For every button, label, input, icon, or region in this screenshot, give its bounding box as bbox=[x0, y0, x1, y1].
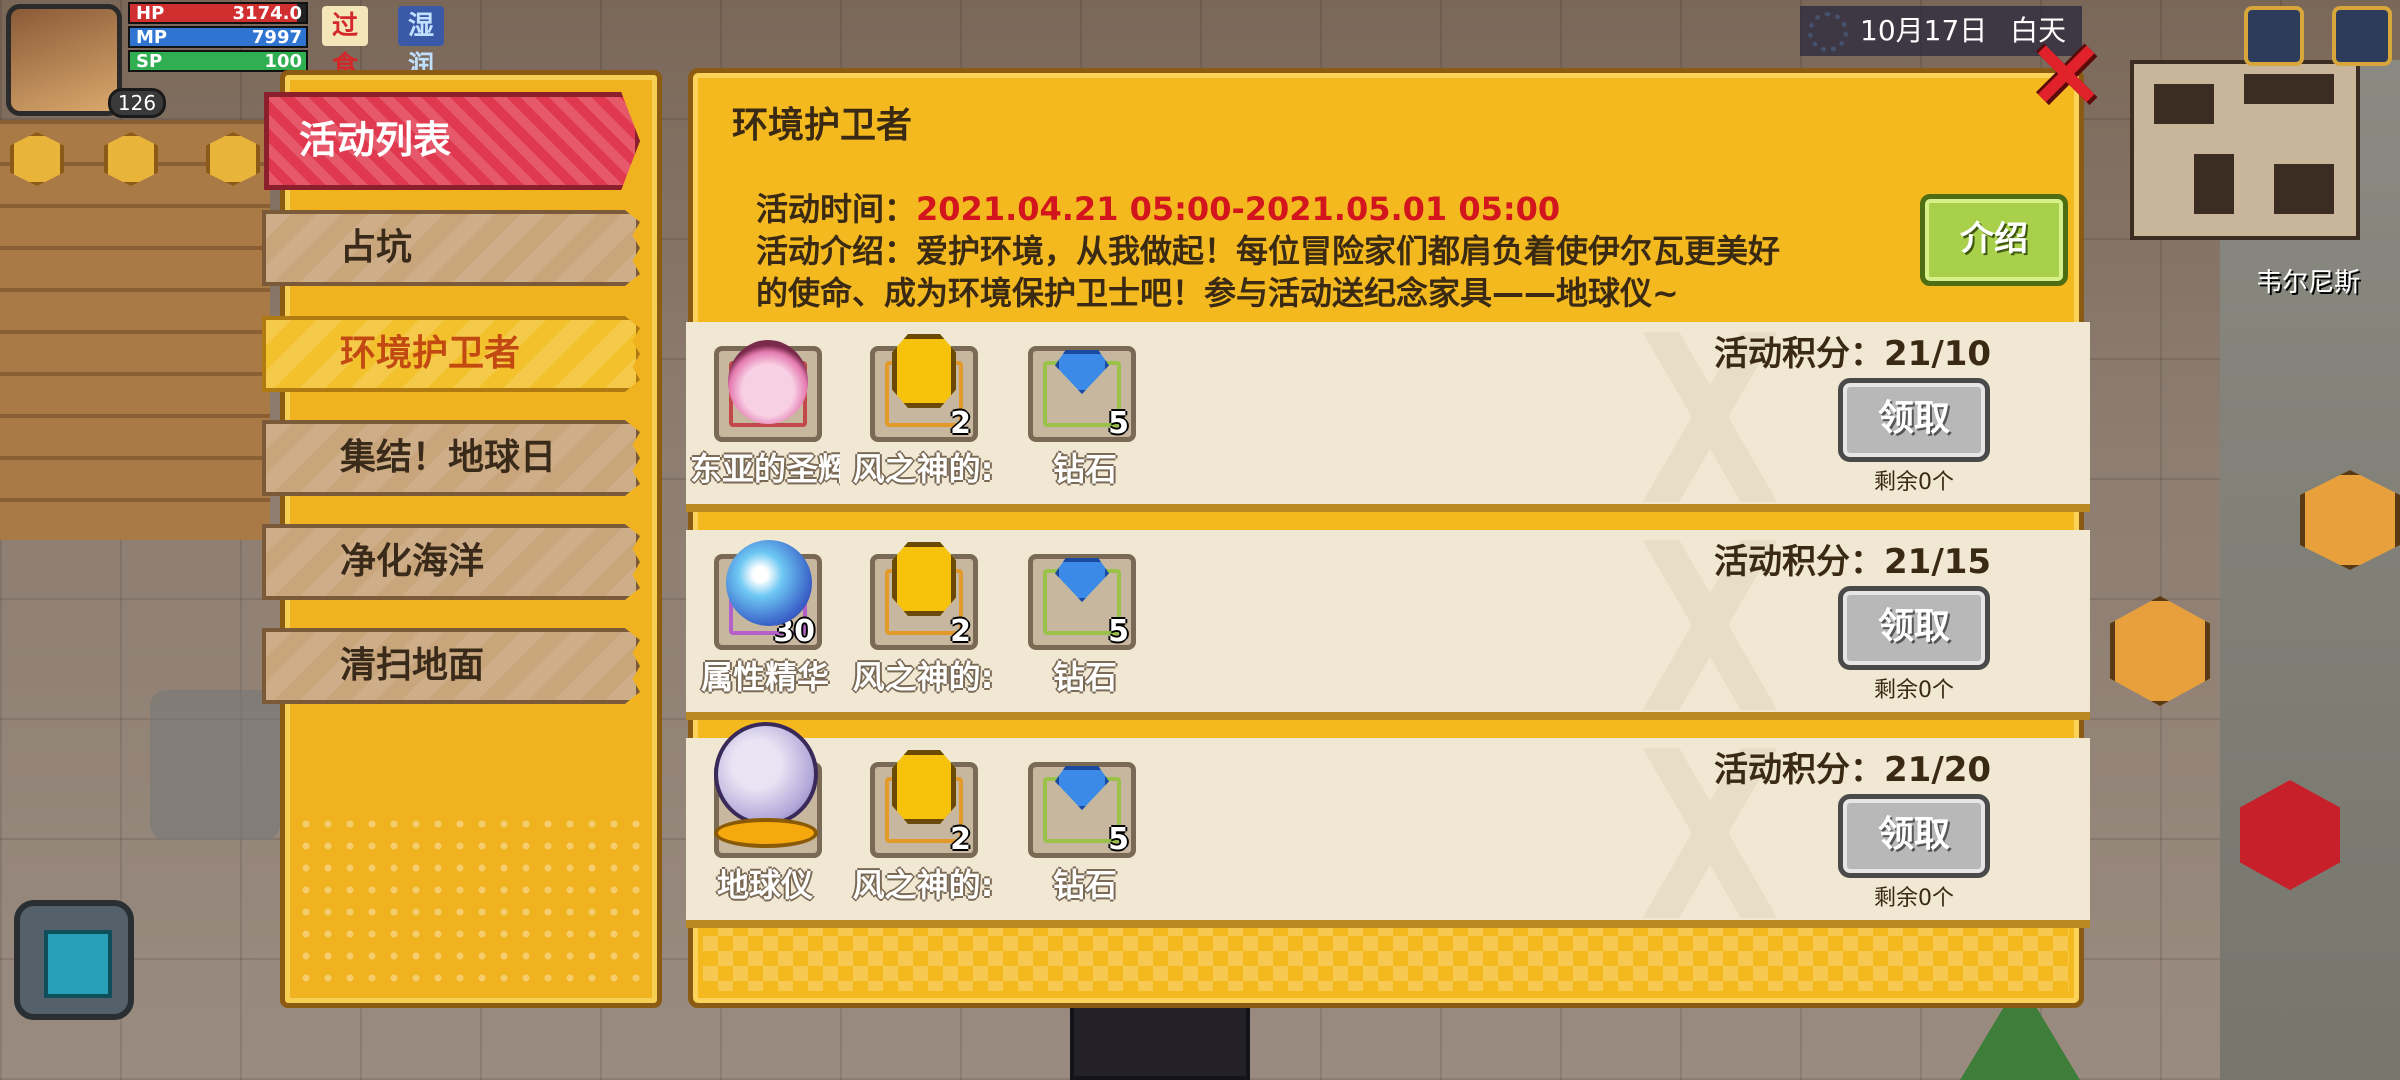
hp-bar: HP 3174.0 bbox=[128, 2, 308, 24]
event-time-line: 活动时间：2021.04.21 05:00-2021.05.01 05:00 bbox=[756, 184, 1560, 230]
hp-label: HP bbox=[136, 3, 165, 24]
player-avatar[interactable] bbox=[6, 4, 122, 116]
minimap[interactable] bbox=[2130, 60, 2360, 240]
reward-item-name: 风之神的: bbox=[852, 658, 994, 696]
event-intro-line-2: 的使命、成为环境保护卫士吧！参与活动送纪念家具——地球仪~ bbox=[756, 274, 1679, 312]
sp-value: 100 bbox=[264, 51, 302, 72]
mp-bar: MP 7997 bbox=[128, 26, 308, 48]
sidebar-tab-sweep-ground[interactable]: 清扫地面 bbox=[262, 628, 640, 704]
status-overeat[interactable]: 过食 bbox=[322, 6, 369, 81]
exit-icon[interactable] bbox=[2332, 6, 2392, 66]
mp-label: MP bbox=[136, 27, 168, 48]
sidebar-pattern bbox=[295, 813, 647, 993]
remaining-count: 剩余0个 bbox=[1874, 678, 1954, 703]
reward-item-count: 2 bbox=[950, 822, 971, 857]
gold-medal-icon bbox=[892, 750, 956, 824]
panel-pattern bbox=[703, 921, 2069, 991]
remaining-count: 剩余0个 bbox=[1874, 470, 1954, 495]
reward-item-name: 风之神的: bbox=[852, 866, 994, 904]
npc-name-label: 韦尔尼斯 bbox=[2256, 268, 2361, 298]
sp-label: SP bbox=[136, 51, 163, 72]
globe-network-icon[interactable] bbox=[2244, 6, 2304, 66]
inventory-button[interactable] bbox=[14, 900, 134, 1020]
reward-item-count: 5 bbox=[1108, 614, 1129, 649]
event-time-value: 2021.04.21 05:00-2021.05.01 05:00 bbox=[916, 190, 1561, 228]
event-title: 环境护卫者 bbox=[732, 105, 913, 146]
claim-button[interactable]: 领取 bbox=[1838, 794, 1990, 878]
event-score: 活动积分：21/10 bbox=[1714, 334, 1992, 374]
dpad-left-button[interactable] bbox=[150, 690, 280, 840]
reward-item-name: 钻石 bbox=[1052, 450, 1117, 488]
remaining-count: 剩余0个 bbox=[1874, 886, 1954, 911]
player-level-badge: 126 bbox=[108, 88, 166, 118]
sidebar-tab-zhankeng[interactable]: 占坑 bbox=[262, 210, 640, 286]
potion-icon bbox=[728, 340, 808, 424]
event-list-header: 活动列表 bbox=[264, 92, 640, 190]
hp-value: 3174.0 bbox=[232, 3, 302, 24]
event-intro-line-1: 活动介绍：爱护环境，从我做起！每位冒险家们都肩负着使伊尔瓦更美好 bbox=[756, 232, 1781, 270]
reward-item-name: 风之神的: bbox=[852, 450, 994, 488]
reward-item-count: 2 bbox=[950, 406, 971, 441]
status-moist[interactable]: 湿润 bbox=[398, 6, 445, 81]
reward-item-count: 2 bbox=[950, 614, 971, 649]
event-score: 活动积分：21/20 bbox=[1714, 750, 1992, 790]
globe-icon bbox=[714, 722, 818, 826]
claim-button[interactable]: 领取 bbox=[1838, 378, 1990, 462]
mp-value: 7997 bbox=[251, 27, 302, 48]
event-score: 活动积分：21/15 bbox=[1714, 542, 1992, 582]
orb-icon bbox=[726, 540, 812, 626]
globe-stand-icon bbox=[714, 818, 818, 848]
date-text: 10月17日 bbox=[1860, 14, 1988, 47]
reward-item-name: 钻石 bbox=[1052, 658, 1117, 696]
sp-bar: SP 100 bbox=[128, 50, 308, 72]
event-time-label: 活动时间： bbox=[756, 190, 917, 228]
sidebar-tab-earth-day[interactable]: 集结！地球日 bbox=[262, 420, 640, 496]
gold-medal-icon bbox=[892, 542, 956, 616]
gold-medal-icon bbox=[892, 334, 956, 408]
close-icon[interactable]: × bbox=[2026, 23, 2106, 119]
sidebar-tab-environment-guardian[interactable]: 环境护卫者 bbox=[262, 316, 640, 392]
reward-item-count: 5 bbox=[1108, 406, 1129, 441]
reward-item-name: 属性精华 bbox=[700, 658, 829, 696]
intro-button[interactable]: 介绍 bbox=[1920, 194, 2068, 286]
reward-item-count: 5 bbox=[1108, 822, 1129, 857]
reward-item-name: 地球仪 bbox=[716, 866, 813, 904]
sidebar-tab-clean-ocean[interactable]: 净化海洋 bbox=[262, 524, 640, 600]
claim-button[interactable]: 领取 bbox=[1838, 586, 1990, 670]
reward-item-name: 东亚的圣辉 bbox=[690, 450, 840, 488]
reward-item-name: 钻石 bbox=[1052, 866, 1117, 904]
